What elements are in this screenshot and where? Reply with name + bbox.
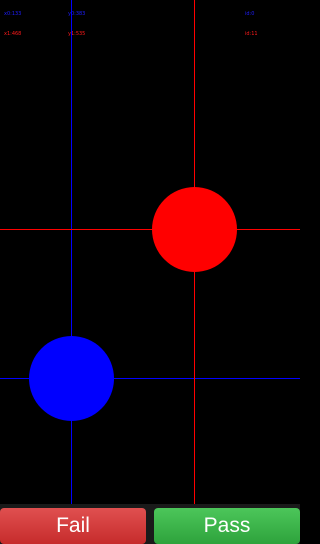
blue-vertical-crosshair-line bbox=[71, 0, 72, 504]
fail-button[interactable]: Fail bbox=[0, 508, 146, 544]
pointer-1-x-readout: x1:468 bbox=[4, 31, 22, 37]
pointer-0-id-readout: id:0 bbox=[245, 11, 255, 17]
red-touch-point bbox=[152, 187, 237, 272]
pass-button[interactable]: Pass bbox=[154, 508, 300, 544]
touch-canvas[interactable]: x0:133 y0:383 id:0 x1:468 y1:535 id:11 bbox=[0, 0, 300, 504]
multitouch-test-screen: x0:133 y0:383 id:0 x1:468 y1:535 id:11 F… bbox=[0, 0, 300, 544]
pointer-0-x-readout: x0:133 bbox=[4, 11, 22, 17]
result-button-bar: Fail Pass bbox=[0, 504, 300, 544]
red-horizontal-crosshair-line bbox=[0, 229, 300, 230]
pointer-1-id-readout: id:11 bbox=[245, 31, 258, 37]
blue-touch-point bbox=[29, 336, 114, 421]
